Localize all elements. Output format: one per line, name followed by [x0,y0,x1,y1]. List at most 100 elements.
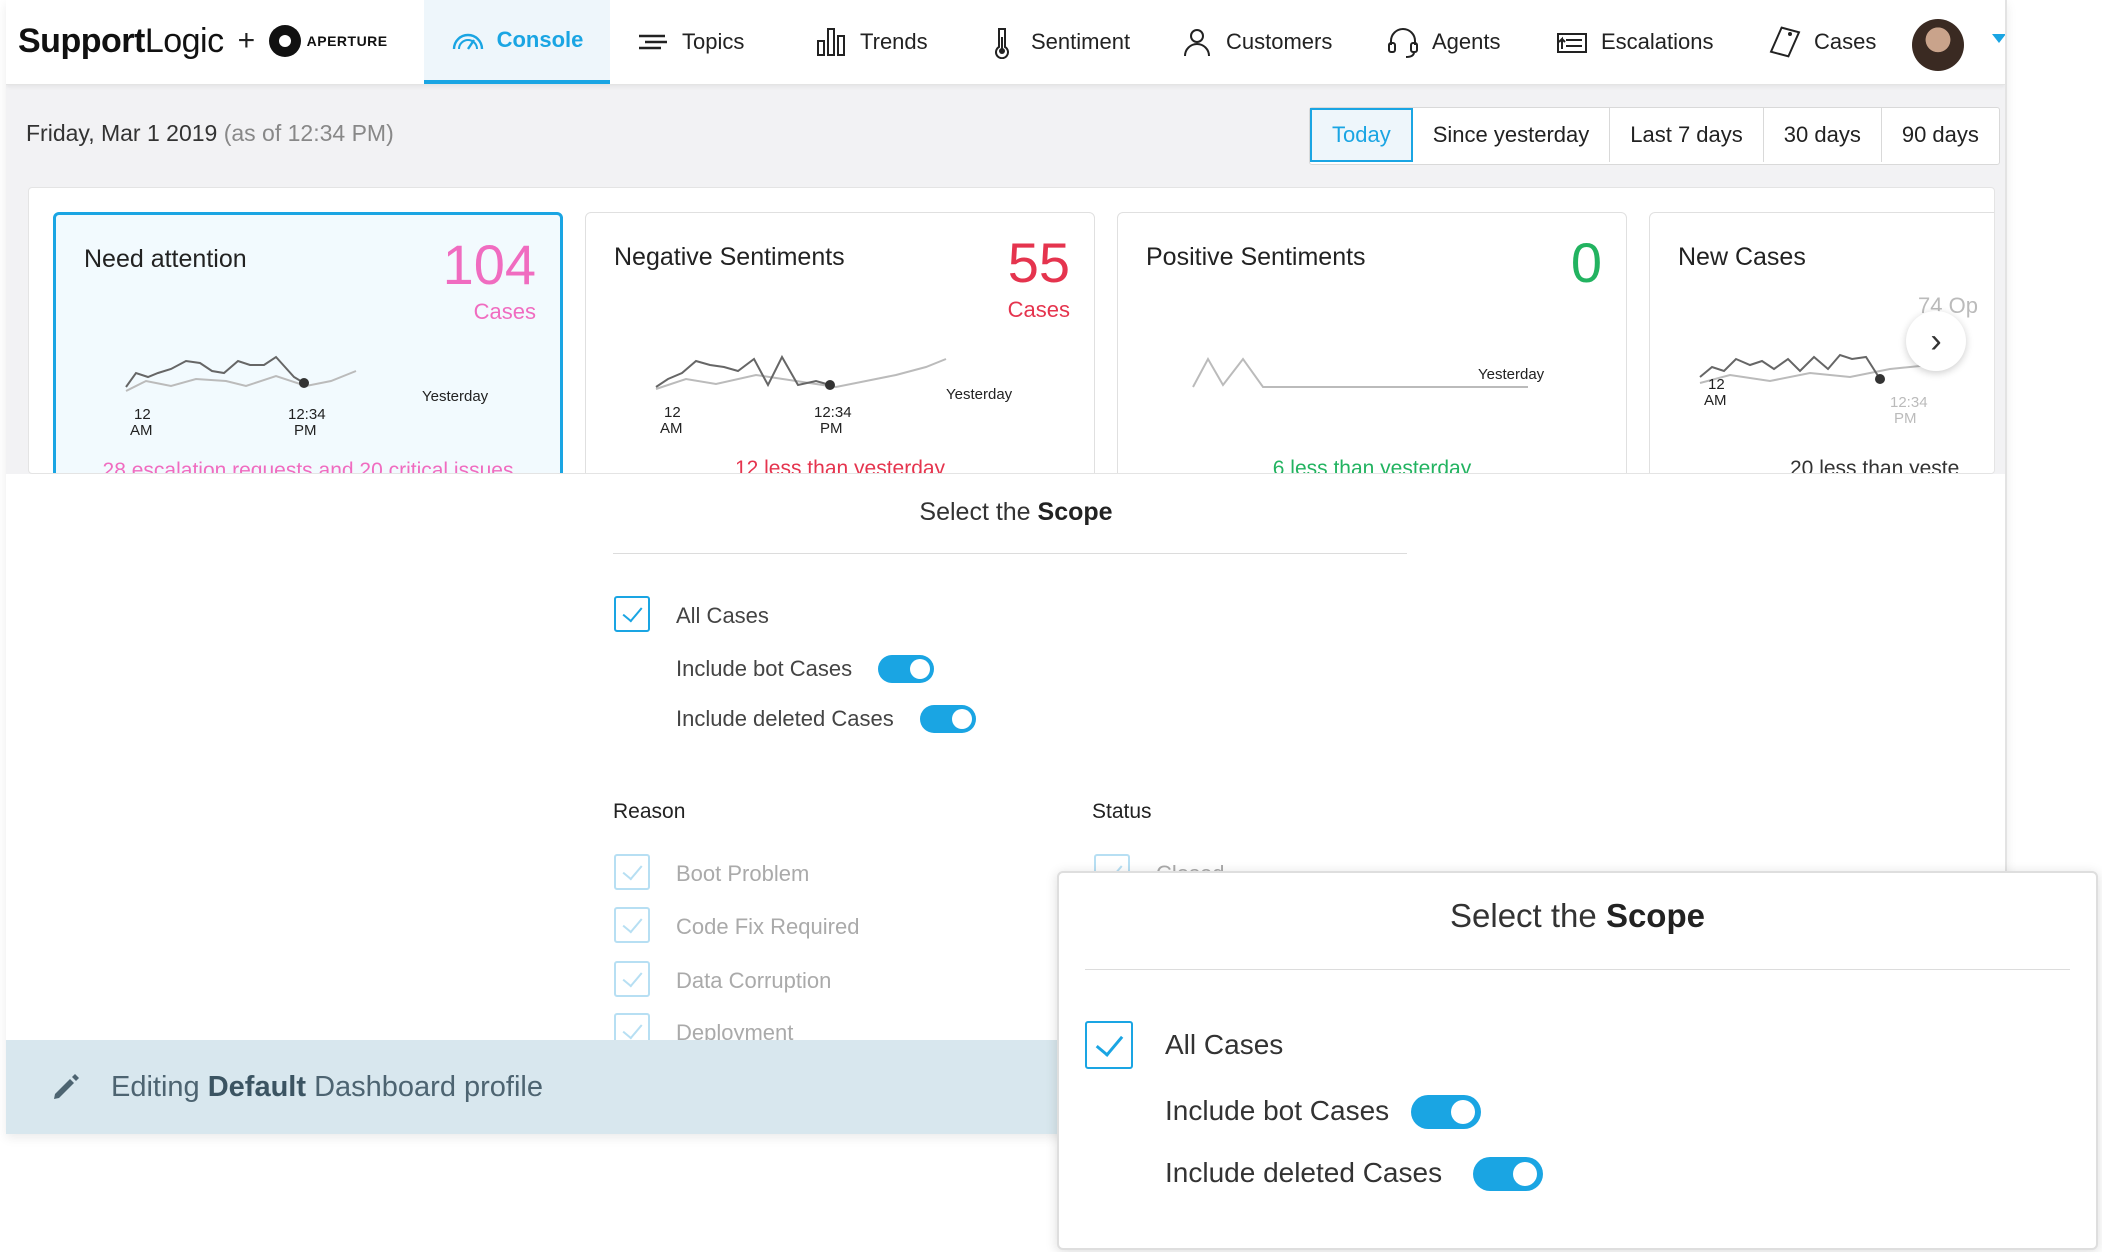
spark-pm2: PM [820,420,843,437]
spark-am2: AM [660,420,683,437]
all-cases-label: All Cases [676,603,769,628]
tab-label: Customers [1226,29,1333,54]
sparkline: 12 AM 12:34 PM Yesterday [655,354,1013,437]
tab-agents[interactable]: Agents [1386,0,1501,84]
sparkline: Yesterday [1192,356,1545,388]
footer-post: Dashboard profile [314,1071,544,1103]
bar-chart-icon [817,28,845,56]
spark-am: 12 [664,404,681,421]
footer-profile-name: Default [207,1071,307,1103]
card-footer: 6 less than yesterday [1272,457,1472,474]
spark-pm2: PM [294,422,317,439]
include-deleted-toggle[interactable] [920,705,976,733]
card-value: 104 [442,233,536,296]
tab-label: Agents [1432,29,1501,54]
avatar[interactable] [1912,19,1964,71]
include-bot-label: Include bot Cases [676,656,853,681]
popup-all-cases-label: All Cases [1165,1029,1284,1060]
tab-label: Topics [682,29,745,54]
time-range-selector: Today Since yesterday Last 7 days 30 day… [1309,107,2000,165]
tab-label: Sentiment [1031,29,1131,54]
footer-pre: Editing [111,1071,200,1103]
partner-name: APERTURE [306,33,388,49]
tab-sentiment[interactable]: Sentiment [985,0,1130,84]
spark-am: 12 [134,406,151,423]
card-title: Positive Sentiments [1146,243,1366,271]
tab-trends[interactable]: Trends [814,0,928,84]
escalation-icon [1557,33,1587,53]
card-unit: Cases [1007,297,1070,322]
popup-include-deleted-toggle[interactable] [1473,1157,1543,1191]
popup-divider [1085,969,2070,970]
reason-checkbox-boot[interactable] [614,854,650,890]
tab-topics[interactable]: Topics [636,0,744,84]
card-value: 55 [1007,231,1070,294]
card-title: Need attention [84,245,247,273]
brand-name-logic: Logic [144,21,224,60]
spark-pm: 12:34 [814,404,852,421]
status-heading: Status [1092,800,1152,823]
popup-all-cases-checkbox[interactable] [1085,1021,1133,1069]
scope-title-pre: Select the [919,498,1031,526]
headset-icon [1388,28,1418,58]
reason-label: Data Corruption [676,968,832,993]
spark-pm: 12:34 [1890,394,1928,411]
range-today[interactable]: Today [1310,108,1413,162]
tab-cases[interactable]: Cases [1768,0,1876,84]
tab-escalations[interactable]: Escalations [1555,0,1714,84]
all-cases-checkbox[interactable] [614,596,650,632]
spark-yesterday: Yesterday [946,386,1013,403]
reason-checkbox-code-fix[interactable] [614,907,650,943]
pencil-icon[interactable] [50,1070,82,1102]
reason-label: Code Fix Required [676,914,860,939]
tag-icon [1769,26,1801,58]
gauge-icon [452,33,483,50]
partner-logo: APERTURE [268,25,388,57]
tab-label: Console [496,27,584,52]
range-last-7-days[interactable]: Last 7 days [1610,108,1764,162]
card-footer: 20 less than yeste [1790,457,1960,474]
card-footer: 12 less than yesterday [734,457,946,474]
next-cards-button[interactable]: › [1906,311,1966,371]
tab-customers[interactable]: Customers [1180,0,1332,84]
reason-checkbox-data-corruption[interactable] [614,961,650,997]
reason-heading: Reason [613,800,686,823]
tab-label: Trends [860,29,928,54]
popup-title-pre: Select the [1450,897,1597,934]
scope-title: Select the Scope [606,498,1426,527]
range-since-yesterday[interactable]: Since yesterday [1413,108,1611,162]
brand-logo[interactable]: SupportLogic + APERTURE [18,18,388,64]
chevron-down-icon[interactable] [1992,34,2005,43]
spark-pm: 12:34 [288,406,326,423]
tab-console[interactable]: Console [424,0,610,84]
thermometer-icon [995,28,1009,59]
popup-include-bot-label: Include bot Cases [1165,1095,1390,1126]
date-main: Friday, Mar 1 2019 [26,120,218,146]
popup-title: Select the Scope [1059,897,2096,935]
card-unit: Cases [473,299,536,324]
reason-label: Boot Problem [676,861,810,886]
card-title: New Cases [1678,243,1806,271]
brand-name-support: Support [18,21,145,60]
popup-include-bot-toggle[interactable] [1411,1095,1481,1129]
editing-profile-text: Editing Default Dashboard profile [111,1071,543,1104]
card-need-attention[interactable]: Need attention 104 Cases 12 AM 12:34 PM … [53,212,563,473]
include-bot-toggle[interactable] [878,655,934,683]
spark-yesterday: Yesterday [422,388,489,405]
tab-label: Cases [1814,29,1877,54]
popup-include-deleted-label: Include deleted Cases [1165,1157,1443,1188]
card-negative-sentiments[interactable]: Negative Sentiments 55 Cases 12 AM 12:34… [585,212,1095,474]
scope-divider [613,553,1407,554]
metric-cards: Need attention 104 Cases 12 AM 12:34 PM … [28,187,1995,474]
card-value: 0 [1570,231,1602,294]
range-90-days[interactable]: 90 days [1882,108,1999,162]
brand-plus: + [237,24,256,57]
aperture-icon [268,25,301,57]
card-positive-sentiments[interactable]: Positive Sentiments 0 Yesterday 6 less t… [1117,212,1627,474]
include-deleted-label: Include deleted Cases [676,706,894,731]
range-30-days[interactable]: 30 days [1764,108,1882,162]
tab-label: Escalations [1601,29,1714,54]
spark-am: 12 [1708,376,1725,393]
top-nav: SupportLogic + APERTURE Console Topics T… [6,0,2005,85]
scope-title-bold: Scope [1037,498,1113,526]
